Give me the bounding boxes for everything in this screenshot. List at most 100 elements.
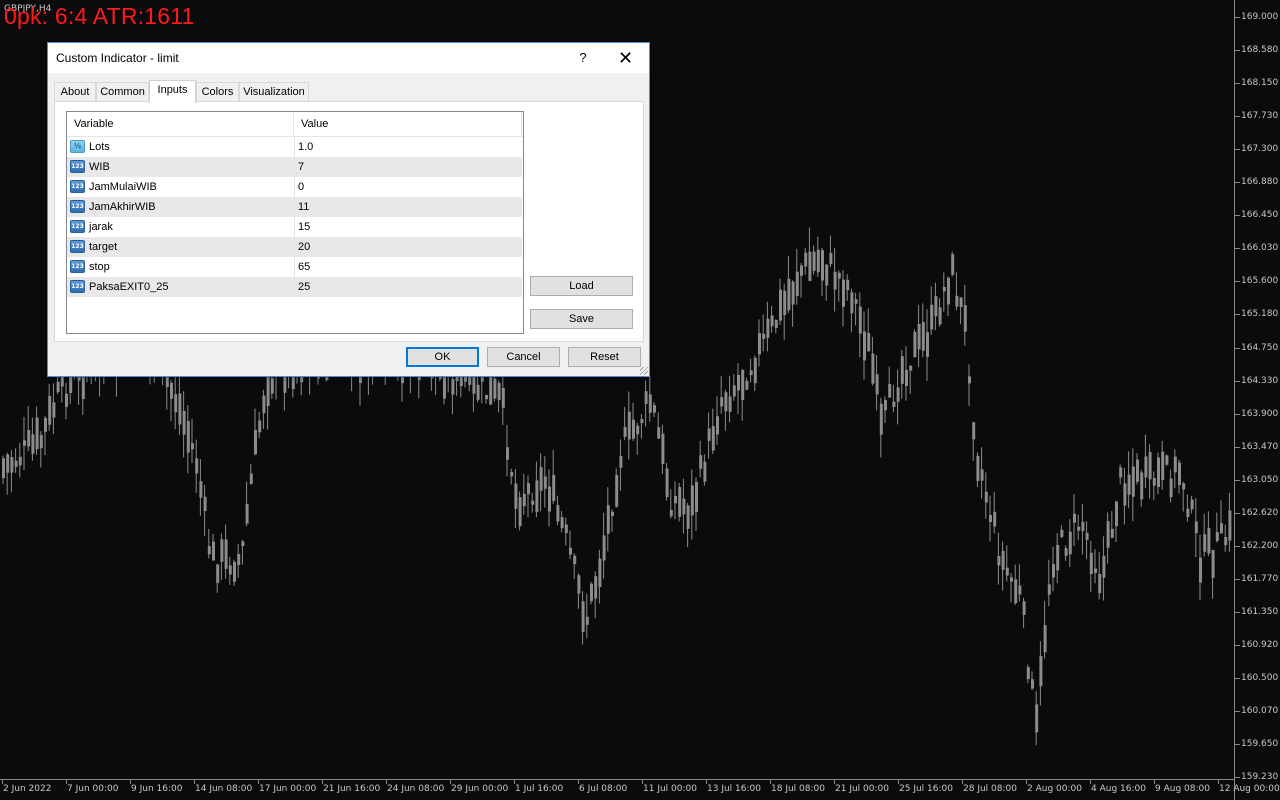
table-row[interactable]: 123 JamMulaiWIB 0 [67,177,522,197]
candle-body [821,250,824,281]
candle-body [233,561,236,582]
price-tick [1235,545,1240,547]
price-label: 161.350 [1241,606,1279,617]
table-row[interactable]: 123 JamAkhirWIB 11 [67,197,522,217]
candle-body [522,493,526,507]
candle-body [182,410,186,435]
tab-strip: About Common Inputs Colors Visualization [54,80,644,103]
candle-body [489,372,493,405]
candle-body [934,296,938,317]
variable-value[interactable]: 0 [298,181,304,193]
variable-value[interactable]: 20 [298,241,310,253]
time-label: 29 Jun 00:00 [451,784,509,794]
price-tick [1235,281,1240,283]
candle-body [266,375,270,406]
tab-common[interactable]: Common [96,82,149,102]
candle-body [1001,550,1005,570]
candle-body [560,517,564,529]
table-row[interactable]: 123 WIB 7 [67,157,522,177]
candle-body [224,539,228,569]
variable-name: JamMulaiWIB [89,181,157,193]
candle-body [539,467,543,491]
load-button[interactable]: Load [530,276,633,296]
candle-body [31,434,35,454]
candle-body [892,401,896,408]
candle-body [707,428,711,441]
price-label: 168.150 [1241,78,1279,89]
time-label: 9 Jun 16:00 [131,784,183,794]
candle-body [762,333,766,340]
column-header-value[interactable]: Value [294,112,522,136]
resize-grip[interactable] [640,367,648,375]
ok-button[interactable]: OK [406,347,479,367]
candle-body [1203,534,1207,552]
candle-body [241,541,245,547]
price-label: 163.050 [1241,474,1279,485]
price-label: 159.230 [1241,772,1279,783]
double-type-icon: ½ [70,140,85,153]
candle-body [774,319,778,328]
price-label: 160.500 [1241,673,1279,683]
table-row[interactable]: 123 stop 65 [67,257,522,277]
variable-value[interactable]: 1.0 [298,141,313,153]
candle-body [669,510,673,517]
candle-body [997,556,1001,566]
tab-visualization[interactable]: Visualization [239,82,309,102]
variable-value[interactable]: 7 [298,161,304,173]
candle-body [510,471,514,477]
price-label: 166.450 [1241,210,1279,221]
candle-body [195,458,199,474]
price-tick [1235,116,1240,118]
candle-body [674,495,677,504]
candle-body [44,417,47,432]
candle-body [531,500,535,505]
price-tick [1235,777,1240,779]
table-row[interactable]: 123 PaksaEXIT0_25 25 [67,277,522,297]
candle-body [606,505,610,534]
dialog-titlebar[interactable]: Custom Indicator - limit ? ✕ [48,43,649,73]
candle-body [942,286,946,292]
candle-body [829,252,833,265]
candle-body [657,427,661,439]
variable-name: JamAkhirWIB [89,201,156,213]
tab-colors[interactable]: Colors [196,82,239,102]
variable-value[interactable]: 25 [298,281,310,293]
candle-body [640,419,644,424]
save-button[interactable]: Save [530,309,633,329]
candle-body [896,387,900,402]
variable-value[interactable]: 15 [298,221,310,233]
variable-value[interactable]: 65 [298,261,310,273]
candle-body [1207,527,1211,554]
price-label: 167.300 [1241,144,1279,155]
cancel-button[interactable]: Cancel [487,347,560,367]
reset-button[interactable]: Reset [568,347,641,367]
price-tick [1235,644,1240,646]
candle-body [1094,568,1097,574]
candle-body [254,429,257,455]
close-button[interactable]: ✕ [603,43,648,73]
candle-body [14,460,18,467]
candle-body [552,474,556,501]
table-row[interactable]: ½ Lots 1.0 [67,137,522,157]
table-row[interactable]: 123 target 20 [67,237,522,257]
candle-body [1052,564,1055,578]
candle-body [1131,466,1135,497]
column-header-variable[interactable]: Variable [67,112,294,136]
variable-value[interactable]: 11 [298,201,309,213]
price-tick [1235,314,1240,316]
candle-body [207,545,211,555]
tab-about[interactable]: About [54,82,96,102]
candle-body [1022,601,1026,615]
candle-body [569,547,572,555]
time-label: 1 Jul 16:00 [515,784,564,794]
candle-body [594,576,598,599]
candle-body [1089,552,1093,575]
tab-inputs[interactable]: Inputs [149,80,196,103]
price-label: 161.770 [1241,573,1279,584]
candle-body [497,382,501,401]
table-row[interactable]: 123 jarak 15 [67,217,522,237]
candle-body [699,455,703,469]
candle-body [825,264,829,286]
price-label: 160.070 [1241,706,1279,717]
help-button[interactable]: ? [568,43,598,73]
